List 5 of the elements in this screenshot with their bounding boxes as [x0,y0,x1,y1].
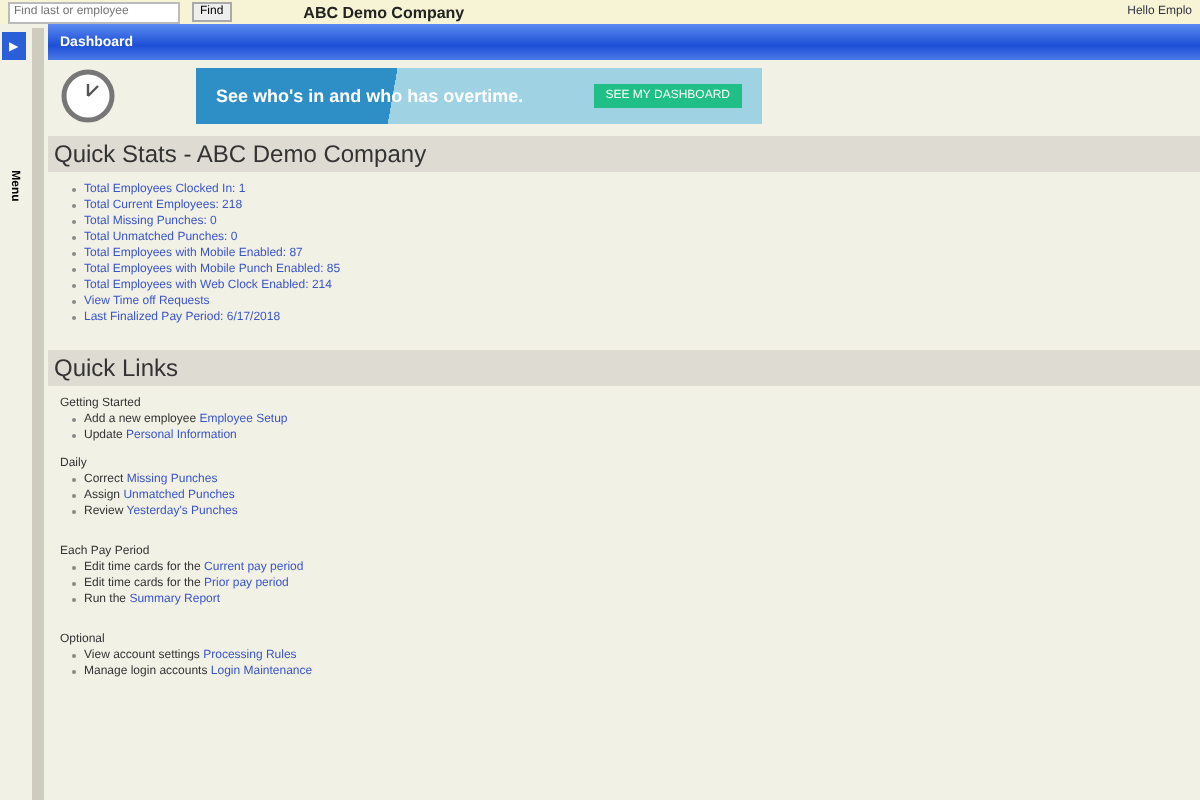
clock-icon [60,68,116,124]
section-header: Quick Links [48,350,1200,386]
section-header: Quick Stats - ABC Demo Company [48,136,1200,172]
company-name: ABC Demo Company [303,3,465,21]
banner-text: See who's in and who has overtime. [216,86,524,106]
